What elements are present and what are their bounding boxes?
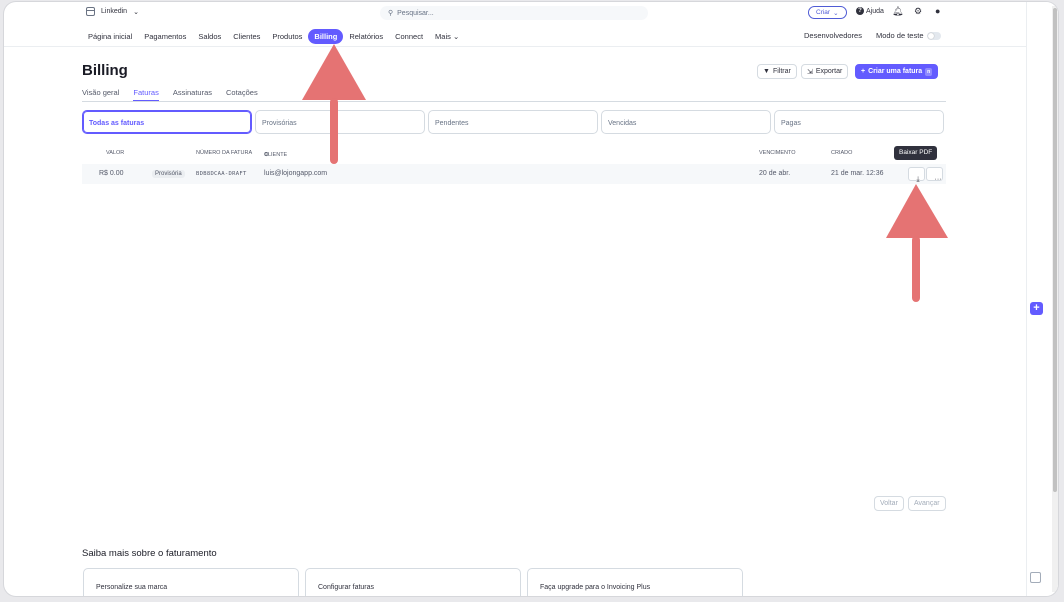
app-window: Linkedin ⌄ ⚲ Pesquisar... Criar ⌄ ? Ajud… (4, 2, 1058, 596)
arrow-up-download (886, 184, 948, 302)
arrow-up-billing (302, 44, 366, 164)
annotation-arrows (302, 44, 948, 302)
